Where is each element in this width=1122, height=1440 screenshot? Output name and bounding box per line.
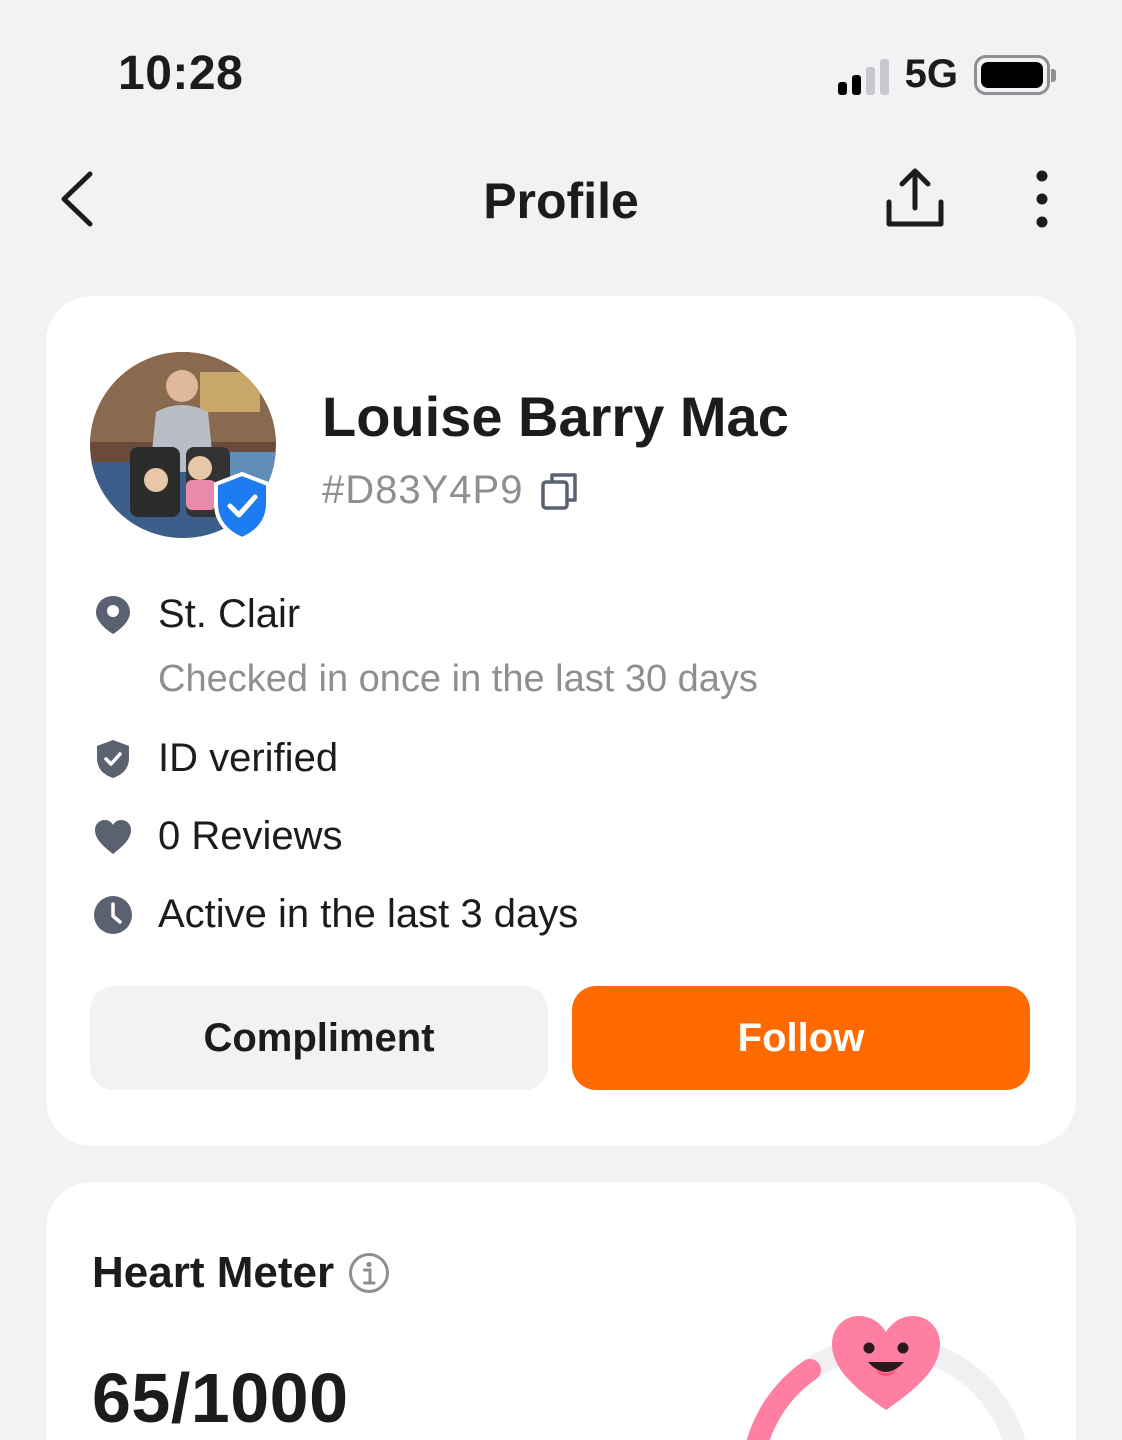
user-id-row: #D83Y4P9 <box>322 468 581 513</box>
status-time: 10:28 <box>118 47 244 100</box>
more-options-button[interactable] <box>1020 166 1064 232</box>
heart-meter-title: Heart Meter <box>92 1248 335 1297</box>
network-label: 5G <box>904 52 958 96</box>
activity-row: Active in the last 3 days <box>92 892 578 937</box>
status-indicators: 5G <box>837 52 1056 97</box>
location-row: St. Clair <box>92 592 300 637</box>
heart-meter-header: Heart Meter <box>92 1248 390 1298</box>
page-title: Profile <box>483 173 639 229</box>
heart-meter-card: Heart Meter 65/1000 <box>46 1182 1076 1440</box>
activity-text: Active in the last 3 days <box>158 892 579 936</box>
profile-screen: 10:28 5G Profile Louise Barry Mac #D83Y4… <box>0 0 1122 1440</box>
shield-check-icon <box>92 738 134 780</box>
id-verified-row: ID verified <box>92 736 338 781</box>
verified-badge-icon <box>214 471 270 542</box>
profile-name: Louise Barry Mac <box>322 385 789 448</box>
heart-face-icon <box>832 1316 940 1410</box>
follow-button[interactable]: Follow <box>572 986 1030 1090</box>
heart-meter-gauge <box>746 1316 1026 1440</box>
avatar[interactable] <box>90 352 280 542</box>
signal-icon <box>837 55 889 95</box>
checkin-text: Checked in once in the last 30 days <box>158 658 758 700</box>
info-icon[interactable] <box>348 1252 390 1294</box>
copy-icon[interactable] <box>539 470 581 512</box>
heart-meter-score: 65/1000 <box>92 1359 349 1437</box>
user-id: #D83Y4P9 <box>322 468 524 512</box>
more-vertical-icon <box>1036 170 1048 228</box>
clock-icon <box>92 894 134 936</box>
share-button[interactable] <box>880 166 950 232</box>
location-text: St. Clair <box>158 592 301 636</box>
id-verified-text: ID verified <box>158 736 339 780</box>
heart-icon <box>92 816 134 858</box>
reviews-row: 0 Reviews <box>92 814 343 859</box>
compliment-button[interactable]: Compliment <box>90 986 548 1090</box>
share-icon <box>886 168 944 227</box>
reviews-text: 0 Reviews <box>158 814 343 858</box>
location-pin-icon <box>92 594 134 636</box>
profile-card: Louise Barry Mac #D83Y4P9 St. Clair Chec… <box>46 296 1076 1146</box>
battery-icon <box>974 54 1056 95</box>
